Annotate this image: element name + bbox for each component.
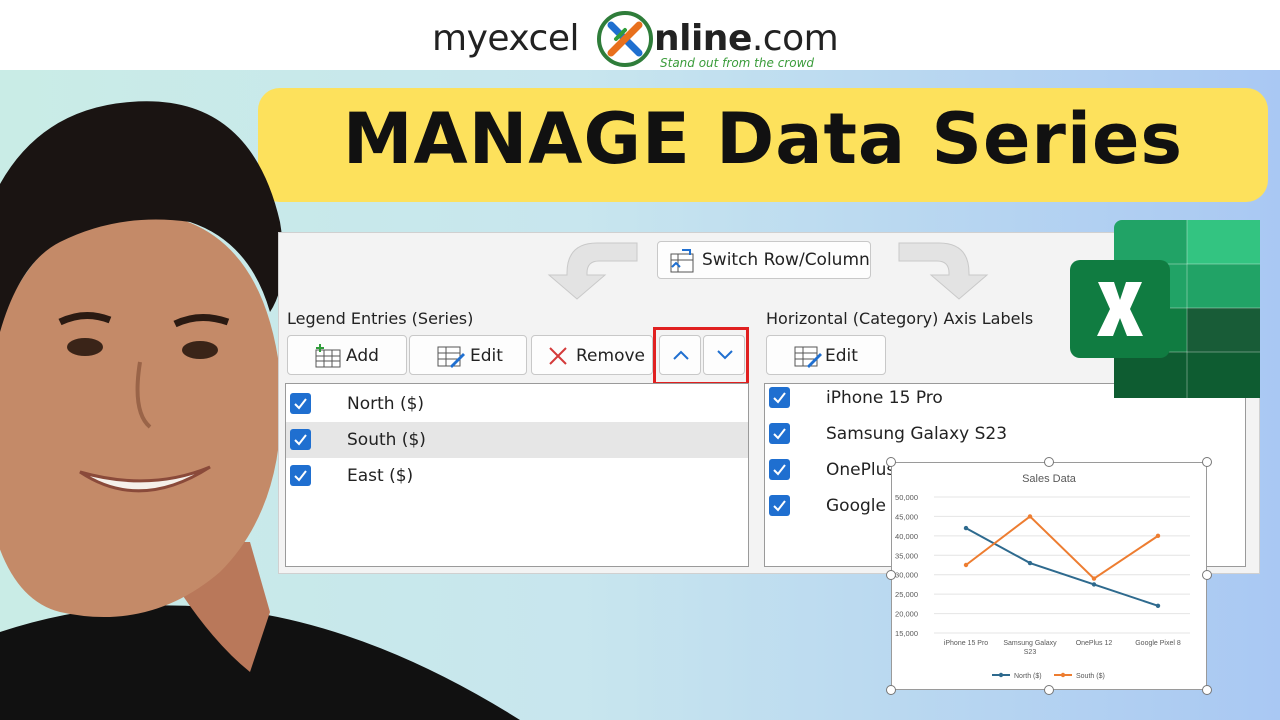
series-checkbox[interactable] — [290, 393, 311, 414]
checkmark-icon — [773, 428, 786, 440]
move-buttons-highlight — [653, 327, 749, 385]
data-point — [1155, 603, 1161, 608]
category-label: iPhone 15 Pro — [826, 388, 943, 408]
data-point — [963, 562, 969, 568]
checkmark-icon — [294, 434, 307, 446]
excel-logo-icon — [1070, 220, 1260, 398]
legend-series-list[interactable]: North ($) South ($) East ($) — [285, 383, 749, 567]
sales-chart[interactable]: Sales Data 50,000 45,000 40,000 35,000 30,000… — [891, 462, 1207, 690]
arrow-right-icon — [898, 242, 989, 300]
y-tick-label: 30,000 — [895, 571, 918, 580]
chart-plot: Sales Data 50,000 45,000 40,000 35,000 30,000… — [895, 473, 1190, 680]
edit-axis-labels-button[interactable]: Edit — [766, 335, 886, 375]
y-tick-label: 50,000 — [895, 493, 918, 502]
y-tick-label: 45,000 — [895, 512, 918, 521]
category-label: Samsung Galaxy S23 — [826, 424, 1008, 444]
data-point — [1155, 533, 1161, 539]
y-tick-label: 25,000 — [895, 590, 918, 599]
arrow-left-icon — [547, 242, 638, 300]
checkmark-icon — [294, 470, 307, 482]
x-tick-label: Samsung Galaxy — [1003, 640, 1057, 647]
checkmark-icon — [773, 464, 786, 476]
table-add-icon — [315, 344, 341, 368]
series-label: East ($) — [347, 466, 414, 486]
checkmark-icon — [773, 392, 786, 404]
resize-handle[interactable] — [1044, 685, 1054, 695]
data-point — [1027, 514, 1033, 519]
axis-labels-label: Horizontal (Category) Axis Labels — [766, 309, 1034, 328]
legend-marker — [1060, 672, 1066, 678]
table-edit-icon — [794, 346, 822, 368]
x-tick-label: Google Pixel 8 — [1135, 640, 1181, 647]
switch-row-column-label: Switch Row/Column — [702, 250, 870, 270]
close-icon — [549, 347, 567, 365]
data-point — [963, 525, 969, 531]
data-point — [1091, 582, 1097, 587]
y-tick-label: 35,000 — [895, 551, 918, 560]
legend-entries-label: Legend Entries (Series) — [287, 309, 474, 328]
brand-tagline: Stand out from the crowd — [660, 56, 814, 70]
category-checkbox[interactable] — [769, 459, 790, 480]
legend-label: North ($) — [1014, 673, 1042, 680]
series-checkbox[interactable] — [290, 429, 311, 450]
x-tick-label: iPhone 15 Pro — [944, 640, 988, 647]
x-tick-label: OnePlus 12 — [1076, 640, 1113, 647]
resize-handle[interactable] — [1044, 457, 1054, 467]
chart-title: Sales Data — [1022, 473, 1077, 485]
axis-edit-label: Edit — [825, 346, 858, 366]
brand-name-pre: myexcel — [432, 18, 580, 59]
series-label: North ($) — [347, 394, 425, 414]
brand-name-post: nline.com — [654, 18, 839, 59]
y-tick-label: 15,000 — [895, 629, 918, 638]
edit-label: Edit — [470, 346, 503, 366]
x-tick-label: S23 — [1024, 649, 1037, 656]
category-checkbox[interactable] — [769, 423, 790, 444]
checkmark-icon — [294, 398, 307, 410]
resize-handle[interactable] — [1202, 457, 1212, 467]
list-item[interactable]: East ($) — [286, 458, 748, 494]
category-checkbox[interactable] — [769, 495, 790, 516]
y-tick-label: 40,000 — [895, 532, 918, 541]
checkmark-icon — [773, 500, 786, 512]
table-edit-icon — [437, 346, 465, 368]
switch-row-column-icon — [670, 249, 694, 273]
y-tick-label: 20,000 — [895, 610, 918, 619]
resize-handle[interactable] — [1202, 570, 1212, 580]
series-label: South ($) — [347, 430, 426, 450]
legend-marker — [998, 672, 1004, 678]
resize-handle[interactable] — [1202, 685, 1212, 695]
series-line — [965, 515, 1159, 580]
series-checkbox[interactable] — [290, 465, 311, 486]
legend-label: South ($) — [1076, 673, 1105, 680]
resize-handle[interactable] — [886, 685, 896, 695]
remove-label: Remove — [576, 346, 645, 366]
data-point — [1091, 576, 1097, 581]
data-point — [1027, 560, 1033, 566]
add-series-button[interactable]: Add — [287, 335, 407, 375]
remove-series-button[interactable]: Remove — [531, 335, 653, 375]
add-label: Add — [346, 346, 379, 366]
x-logo-icon — [597, 11, 653, 67]
edit-series-button[interactable]: Edit — [409, 335, 527, 375]
list-item[interactable]: North ($) — [286, 386, 748, 422]
list-item[interactable]: Samsung Galaxy S23 — [765, 416, 1245, 452]
list-item-selected[interactable]: South ($) — [286, 422, 748, 458]
category-checkbox[interactable] — [769, 387, 790, 408]
resize-handle[interactable] — [886, 570, 896, 580]
resize-handle[interactable] — [886, 457, 896, 467]
switch-row-column-button[interactable]: Switch Row/Column — [657, 241, 871, 279]
